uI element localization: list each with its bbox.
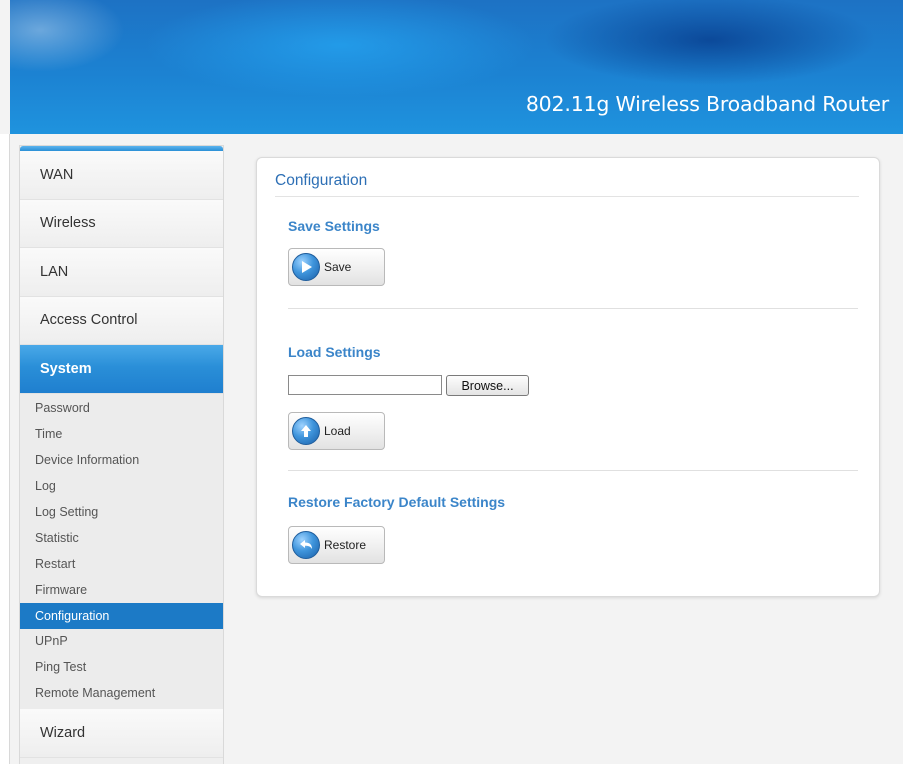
- undo-arrow-icon: [292, 531, 320, 559]
- submenu-item-ping-test[interactable]: Ping Test: [20, 654, 223, 680]
- restore-button-label: Restore: [324, 538, 367, 552]
- page-title: Configuration: [275, 172, 368, 189]
- section-divider: [288, 470, 858, 471]
- configuration-panel: Configuration Save Settings Save Load Se…: [256, 157, 880, 597]
- sidebar-item-wireless[interactable]: Wireless: [20, 199, 223, 248]
- browse-button[interactable]: Browse...: [446, 375, 529, 396]
- section-divider: [288, 308, 858, 309]
- sidebar-item-lan[interactable]: LAN: [20, 248, 223, 297]
- play-arrow-icon: [292, 253, 320, 281]
- restore-button[interactable]: Restore: [288, 526, 385, 564]
- sidebar-item-wizard[interactable]: Wizard: [20, 709, 223, 758]
- save-button-label: Save: [324, 260, 352, 274]
- product-title: 802.11g Wireless Broadband Router: [525, 92, 889, 116]
- submenu-item-restart[interactable]: Restart: [20, 551, 223, 577]
- title-divider: [275, 196, 859, 197]
- config-file-input[interactable]: [288, 375, 442, 395]
- load-settings-heading: Load Settings: [288, 344, 381, 360]
- submenu-item-password[interactable]: Password: [20, 396, 223, 422]
- submenu-item-device-information[interactable]: Device Information: [20, 447, 223, 473]
- load-button-label: Load: [324, 424, 351, 438]
- submenu-item-statistic[interactable]: Statistic: [20, 525, 223, 551]
- restore-settings-heading: Restore Factory Default Settings: [288, 494, 506, 510]
- submenu-item-log-setting[interactable]: Log Setting: [20, 499, 223, 525]
- save-settings-heading: Save Settings: [288, 218, 380, 234]
- sidebar-item-access-control[interactable]: Access Control: [20, 296, 223, 345]
- page-left-edge: [0, 134, 10, 764]
- submenu-item-firmware[interactable]: Firmware: [20, 577, 223, 603]
- submenu-item-time[interactable]: Time: [20, 421, 223, 447]
- sidebar-item-wan[interactable]: WAN: [20, 151, 223, 200]
- submenu-item-upnp[interactable]: UPnP: [20, 629, 223, 655]
- upload-arrow-icon: [292, 417, 320, 445]
- submenu-item-remote-management[interactable]: Remote Management: [20, 680, 223, 706]
- submenu-item-configuration[interactable]: Configuration: [20, 602, 223, 629]
- load-button[interactable]: Load: [288, 412, 385, 450]
- header-banner: 802.11g Wireless Broadband Router: [10, 0, 903, 134]
- submenu-item-log[interactable]: Log: [20, 473, 223, 499]
- sidebar-item-system[interactable]: System: [20, 345, 223, 394]
- system-submenu: Password Time Device Information Log Log…: [20, 393, 223, 710]
- save-button[interactable]: Save: [288, 248, 385, 286]
- sidebar: WAN Wireless LAN Access Control System P…: [19, 145, 224, 764]
